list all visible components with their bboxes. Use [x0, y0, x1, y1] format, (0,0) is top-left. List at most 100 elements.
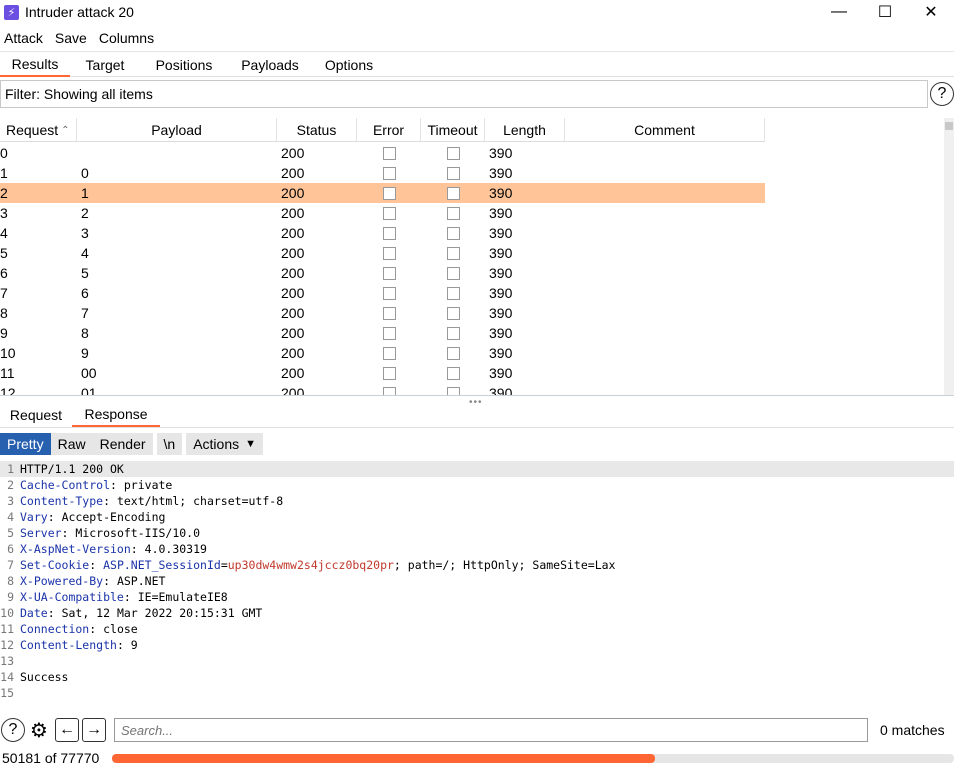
pretty-button[interactable]: Pretty: [0, 433, 51, 455]
timeout-checkbox: [446, 206, 460, 220]
search-next-button[interactable]: →: [82, 718, 106, 742]
table-row[interactable]: 9 8 200 390: [0, 323, 765, 343]
column-header-request[interactable]: Request ⌃: [0, 118, 77, 142]
tab-positions[interactable]: Positions: [140, 52, 228, 77]
tab-request[interactable]: Request: [0, 402, 72, 427]
cell-comment: [565, 223, 765, 243]
cell-comment: [565, 363, 765, 383]
table-row[interactable]: 1 0 200 390: [0, 163, 765, 183]
tab-results[interactable]: Results: [0, 52, 70, 77]
code-line: 12 Content-Length: 9: [0, 637, 954, 653]
code-line: 6 X-AspNet-Version: 4.0.30319: [0, 541, 954, 557]
cell-length: 390: [489, 385, 513, 396]
cell-length: 390: [489, 305, 513, 321]
code-text: Content-Type: text/html; charset=utf-8: [20, 494, 283, 508]
code-line: 15: [0, 685, 954, 701]
search-previous-button[interactable]: ←: [55, 718, 79, 742]
tab-target[interactable]: Target: [70, 52, 140, 77]
code-text: Cache-Control: private: [20, 478, 172, 492]
menu-columns[interactable]: Columns: [95, 30, 158, 46]
tab-payloads[interactable]: Payloads: [228, 52, 312, 77]
header-separator: :: [89, 558, 104, 572]
cell-error: [357, 283, 421, 303]
cell-request: 0: [0, 145, 8, 161]
column-header-timeout[interactable]: Timeout: [421, 118, 485, 142]
cell-status: 200: [281, 165, 305, 181]
table-row[interactable]: 6 5 200 390: [0, 263, 765, 283]
table-row[interactable]: 8 7 200 390: [0, 303, 765, 323]
cell-timeout: [421, 183, 485, 203]
header-value: IE=EmulateIE8: [137, 590, 228, 604]
table-scrollbar[interactable]: [944, 118, 954, 395]
search-input[interactable]: [114, 718, 868, 742]
error-checkbox: [382, 266, 396, 280]
help-button[interactable]: ?: [930, 82, 954, 106]
cell-status: 200: [281, 145, 305, 161]
cell-error: [357, 323, 421, 343]
header-name: Cache-Control: [20, 478, 111, 492]
code-text: Vary: Accept-Encoding: [20, 510, 165, 524]
code-line: 2 Cache-Control: private: [0, 477, 954, 493]
minimize-button[interactable]: —: [816, 0, 862, 24]
column-header-status[interactable]: Status: [277, 118, 357, 142]
arrow-right-icon: →: [86, 721, 102, 738]
tab-options[interactable]: Options: [312, 52, 386, 77]
line-number: 13: [0, 654, 14, 668]
column-header-length[interactable]: Length: [485, 118, 565, 142]
timeout-checkbox: [446, 326, 460, 340]
cell-status: 200: [281, 325, 305, 341]
header-separator: :: [61, 526, 76, 540]
raw-button[interactable]: Raw: [50, 433, 93, 455]
code-text: Set-Cookie: ASP.NET_SessionId=up30dw4wmw…: [20, 558, 615, 572]
cell-request: 6: [0, 265, 8, 281]
table-row[interactable]: 5 4 200 390: [0, 243, 765, 263]
header-separator: :: [110, 478, 124, 492]
table-row[interactable]: 10 9 200 390: [0, 343, 765, 363]
maximize-button[interactable]: ☐: [862, 0, 908, 24]
progress-fill: [112, 754, 656, 763]
search-help-button[interactable]: ?: [1, 718, 25, 742]
column-header-payload[interactable]: Payload: [77, 118, 277, 142]
line-number: 8: [7, 574, 14, 588]
progress-track: [112, 754, 954, 763]
response-editor[interactable]: 1 HTTP/1.1 200 OK 2 Cache-Control: private 3…: [0, 461, 954, 711]
search-settings-button[interactable]: ⚙: [27, 718, 51, 742]
actions-dropdown[interactable]: Actions ▼: [186, 433, 264, 455]
menu-attack[interactable]: Attack: [0, 30, 47, 46]
cell-error: [357, 163, 421, 183]
header-name: Server: [20, 526, 62, 540]
table-row[interactable]: 0 200 390: [0, 143, 765, 163]
scrollbar-thumb[interactable]: [945, 122, 953, 130]
cell-error: [357, 363, 421, 383]
column-header-comment[interactable]: Comment: [565, 118, 765, 142]
close-button[interactable]: ✕: [908, 0, 954, 24]
table-row[interactable]: 2 1 200 390: [0, 183, 765, 203]
filter-bar[interactable]: Filter: Showing all items: [0, 80, 928, 108]
line-number: 4: [7, 510, 14, 524]
header-separator: :: [47, 510, 62, 524]
table-row[interactable]: 12 01 200 390: [0, 383, 765, 396]
cell-status: 200: [281, 365, 305, 381]
error-checkbox: [382, 346, 396, 360]
tab-response[interactable]: Response: [72, 402, 160, 427]
cell-error: [357, 143, 421, 163]
cell-payload: 7: [81, 305, 89, 321]
cell-error: [357, 383, 421, 395]
menu-save[interactable]: Save: [51, 30, 91, 46]
cell-length: 390: [489, 225, 513, 241]
table-row[interactable]: 3 2 200 390: [0, 203, 765, 223]
cell-payload: 00: [81, 365, 97, 381]
code-text: X-AspNet-Version: 4.0.30319: [20, 542, 207, 556]
cell-error: [357, 183, 421, 203]
cell-timeout: [421, 163, 485, 183]
render-button[interactable]: Render: [92, 433, 153, 455]
header-value: Accept-Encoding: [61, 510, 166, 524]
column-header-error[interactable]: Error: [357, 118, 421, 142]
table-row[interactable]: 11 00 200 390: [0, 363, 765, 383]
table-row[interactable]: 7 6 200 390: [0, 283, 765, 303]
table-row[interactable]: 4 3 200 390: [0, 223, 765, 243]
bolt-icon: ⚡: [4, 4, 19, 20]
cell-length: 390: [489, 325, 513, 341]
newline-toggle-button[interactable]: \n: [156, 433, 183, 455]
help-icon: ?: [8, 721, 18, 738]
